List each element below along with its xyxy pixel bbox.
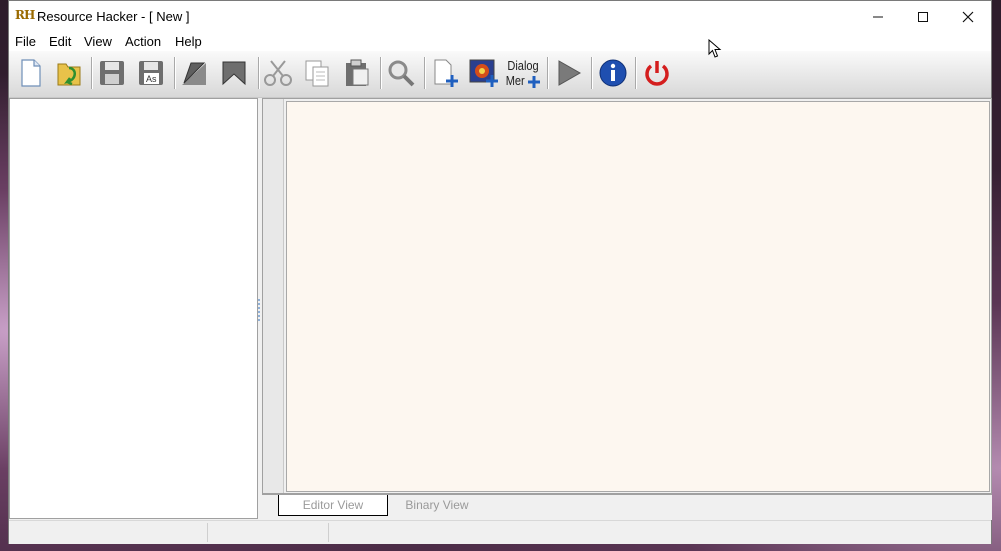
add-blank-resource-icon [434, 59, 458, 87]
resource-tree-panel[interactable] [9, 98, 258, 519]
open-button[interactable] [52, 56, 86, 90]
add-blank-resource-button[interactable] [428, 56, 462, 90]
save-button[interactable] [95, 56, 129, 90]
menu-label: Mer [506, 73, 525, 88]
info-icon [599, 59, 627, 87]
toolbar-separator [547, 57, 549, 89]
mouse-cursor-icon [708, 39, 722, 58]
exit-button[interactable] [640, 56, 674, 90]
save-as-icon: As [139, 61, 163, 85]
new-button[interactable] [13, 56, 47, 90]
add-dialog-menu-button[interactable]: Dialog Mer [504, 56, 544, 90]
toolbar-separator [380, 57, 382, 89]
toolbar-separator [91, 57, 93, 89]
menu-file[interactable]: File [15, 34, 36, 49]
editor-area[interactable] [286, 101, 990, 492]
line-number-gutter [263, 99, 284, 493]
maximize-icon [918, 11, 928, 22]
run-script-button[interactable] [551, 56, 585, 90]
close-icon [962, 11, 974, 22]
title-bar[interactable]: RH Resource Hacker - [ New ] [9, 1, 991, 32]
view-tabs: Editor View Binary View [262, 494, 992, 520]
menu-action[interactable]: Action [125, 34, 161, 49]
toolbar: As Dialog Mer [9, 51, 991, 98]
compile-icon [182, 62, 206, 85]
status-bar [9, 520, 991, 544]
cut-button[interactable] [261, 56, 295, 90]
compile-button[interactable] [177, 56, 211, 90]
toolbar-separator [424, 57, 426, 89]
paste-button[interactable] [339, 56, 373, 90]
status-pane-1 [9, 523, 208, 542]
copy-button[interactable] [300, 56, 334, 90]
search-button[interactable] [384, 56, 418, 90]
dialog-label: Dialog [507, 58, 538, 73]
tab-binary-view[interactable]: Binary View [392, 495, 482, 516]
search-icon [388, 60, 415, 87]
new-file-icon [21, 59, 41, 87]
open-folder-icon [57, 63, 81, 86]
maximize-button[interactable] [900, 1, 946, 32]
cut-icon [264, 60, 292, 86]
toolbar-separator [635, 57, 637, 89]
bookmark-icon [222, 61, 246, 86]
power-icon [645, 61, 669, 86]
status-pane-2 [208, 523, 329, 542]
minimize-icon [873, 16, 883, 17]
save-as-label: As [146, 74, 157, 84]
menu-view[interactable]: View [84, 34, 112, 49]
editor-frame [262, 98, 992, 494]
tab-editor-view[interactable]: Editor View [278, 495, 388, 516]
add-image-resource-button[interactable] [467, 56, 501, 90]
add-image-resource-icon [469, 59, 498, 87]
run-script-icon [558, 60, 582, 86]
bookmark-button[interactable] [217, 56, 251, 90]
save-as-button[interactable]: As [134, 56, 168, 90]
toolbar-separator [591, 57, 593, 89]
menu-bar: File Edit View Action Help [9, 32, 991, 51]
copy-icon [305, 60, 329, 87]
close-button[interactable] [945, 1, 991, 32]
paste-icon [346, 59, 369, 86]
toolbar-separator [258, 57, 260, 89]
window-title: Resource Hacker - [ New ] [37, 9, 190, 24]
toolbar-separator [174, 57, 176, 89]
save-icon [100, 61, 124, 85]
info-button[interactable] [596, 56, 630, 90]
app-window: RH Resource Hacker - [ New ] File Edit V… [8, 0, 992, 544]
dialog-menu-icon: Dialog Mer [506, 58, 540, 88]
minimize-button[interactable] [855, 1, 901, 32]
menu-edit[interactable]: Edit [49, 34, 71, 49]
menu-help[interactable]: Help [175, 34, 202, 49]
app-logo-icon: RH [15, 8, 35, 22]
